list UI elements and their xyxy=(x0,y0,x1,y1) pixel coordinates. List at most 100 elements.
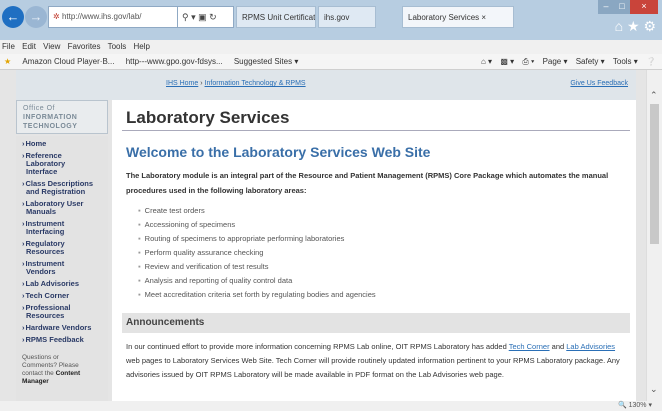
chevron-right-icon: › xyxy=(22,279,25,288)
announcements-heading: Announcements xyxy=(122,313,630,333)
list-item-text: Routing of specimens to appropriate perf… xyxy=(144,234,345,243)
favorite-suggested-sites[interactable]: Suggested Sites ▾ xyxy=(234,57,299,66)
home-star-gear-icons[interactable]: ⌂ ★ ⚙ xyxy=(615,18,656,35)
list-item: ▪ Create test orders xyxy=(138,204,628,218)
menu-edit[interactable]: Edit xyxy=(22,42,36,51)
breadcrumb-oit-link[interactable]: Information Technology & RPMS xyxy=(205,80,306,87)
list-item-text: Meet accreditation criteria set forth by… xyxy=(144,290,376,299)
print-icon[interactable]: ⎙ ▾ xyxy=(522,57,534,66)
chevron-right-icon: › xyxy=(22,335,25,344)
bullet-icon: ▪ xyxy=(138,248,141,257)
list-item: ▪ Meet accreditation criteria set forth b… xyxy=(138,288,628,302)
list-item: ▪ Analysis and reporting of quality contr… xyxy=(138,274,628,288)
sidebar-item[interactable]: ›Laboratory User Manuals xyxy=(22,200,108,216)
menu-tools-command[interactable]: Tools ▾ xyxy=(613,57,638,66)
menu-safety[interactable]: Safety ▾ xyxy=(576,57,605,66)
sidebar-item[interactable]: ›Class Descriptions and Registration xyxy=(22,180,108,196)
chevron-right-icon: › xyxy=(22,199,25,208)
site-banner: IHS Home › Information Technology & RPMS… xyxy=(16,70,636,100)
menu-view[interactable]: View xyxy=(43,42,60,51)
list-item: ▪ Accessioning of specimens xyxy=(138,218,628,232)
tab-ihs[interactable]: ihs.gov xyxy=(318,6,376,28)
sidebar-item-label: Hardware Vendors xyxy=(25,323,92,332)
minimize-button[interactable]: – xyxy=(598,0,614,14)
content-manager-link[interactable]: Manager xyxy=(22,378,49,385)
lab-advisories-link[interactable]: Lab Advisories xyxy=(566,342,615,351)
contact-note-line: Questions or xyxy=(22,354,59,361)
sidebar-item-label: Resources xyxy=(26,311,65,320)
lock-icon[interactable]: ▣ xyxy=(198,12,207,22)
address-tools: ⚲ ▾ ▣ ↻ xyxy=(178,6,234,28)
search-icon[interactable]: ⚲ xyxy=(182,12,189,22)
contact-note-line: Comments? Please xyxy=(22,362,79,369)
list-item-text: Review and verification of test results xyxy=(144,262,269,271)
vertical-scrollbar[interactable]: ⌃ ⌄ xyxy=(646,70,662,401)
favorite-amazon[interactable]: Amazon Cloud Player·B... xyxy=(22,57,114,66)
contact-note-line: contact the xyxy=(22,370,54,377)
intro-paragraph: The Laboratory module is an integral par… xyxy=(126,171,609,195)
close-tab-icon[interactable]: × xyxy=(481,13,486,22)
announcement-text: web pages to Laboratory Services Web Sit… xyxy=(126,356,620,379)
menu-page[interactable]: Page ▾ xyxy=(543,57,568,66)
content-manager-link[interactable]: Content xyxy=(56,370,81,377)
favorites-star-icon[interactable]: ★ xyxy=(4,57,11,66)
favorite-gpo[interactable]: http---www.gpo.gov-fdsys... xyxy=(126,57,223,66)
breadcrumb-home-link[interactable]: IHS Home xyxy=(166,80,198,87)
feedback-link[interactable]: Give Us Feedback xyxy=(570,80,628,87)
tab-laboratory-services[interactable]: Laboratory Services × xyxy=(402,6,514,28)
announcement-text: and xyxy=(549,342,567,351)
sidebar-item-label: Interfacing xyxy=(26,227,65,236)
scroll-up-icon[interactable]: ⌃ xyxy=(650,90,658,101)
sidebar-item[interactable]: ›Hardware Vendors xyxy=(22,324,108,332)
logo-line: TECHNOLOGY xyxy=(23,123,78,130)
home-icon[interactable]: ⌂ ▾ xyxy=(481,57,492,66)
forward-button[interactable]: → xyxy=(25,6,47,28)
bullet-icon: ▪ xyxy=(138,220,141,229)
sidebar-item[interactable]: ›Lab Advisories xyxy=(22,280,108,288)
close-window-button[interactable]: × xyxy=(630,0,658,14)
sidebar-item[interactable]: ›Instrument Vendors xyxy=(22,260,108,276)
list-item: ▪ Routing of specimens to appropriate per… xyxy=(138,232,628,246)
window-controls: – □ × xyxy=(598,0,658,14)
list-item-text: Accessioning of specimens xyxy=(144,220,236,229)
maximize-button[interactable]: □ xyxy=(614,0,630,14)
welcome-heading: Welcome to the Laboratory Services Web S… xyxy=(126,144,431,160)
logo-line: INFORMATION xyxy=(23,114,78,121)
address-bar[interactable]: ✲ http://www.ihs.gov/lab/ xyxy=(48,6,178,28)
scroll-thumb[interactable] xyxy=(650,104,659,244)
menu-tools[interactable]: Tools xyxy=(108,42,127,51)
tech-corner-link[interactable]: Tech Corner xyxy=(509,342,550,351)
announcements-paragraph: In our continued effort to provide more … xyxy=(126,340,630,382)
back-button[interactable]: ← xyxy=(2,6,24,28)
tab-label: ihs.gov xyxy=(324,13,350,22)
favorites-bar: ★ Amazon Cloud Player·B... http---www.gp… xyxy=(0,54,662,70)
list-item-text: Perform quality assurance checking xyxy=(144,248,264,257)
sidebar-item-label: Interface xyxy=(26,167,58,176)
list-item: ▪ Perform quality assurance checking xyxy=(138,246,628,260)
sidebar-item[interactable]: ›RPMS Feedback xyxy=(22,336,108,344)
page-viewport: IHS Home › Information Technology & RPMS… xyxy=(0,70,646,401)
menu-file[interactable]: File xyxy=(2,42,15,51)
zoom-level[interactable]: 🔍 130% ▾ xyxy=(618,402,652,409)
sidebar-item[interactable]: ›Reference Laboratory Interface xyxy=(22,152,108,176)
sidebar-item[interactable]: ›Tech Corner xyxy=(22,292,108,300)
help-icon[interactable]: ❔ xyxy=(646,57,656,66)
chevron-right-icon: › xyxy=(22,259,25,268)
sidebar-item[interactable]: ›Instrument Interfacing xyxy=(22,220,108,236)
sidebar-item-label: and Registration xyxy=(26,187,86,196)
oit-logo[interactable]: Office Of INFORMATION TECHNOLOGY xyxy=(16,100,108,134)
sidebar-item[interactable]: ›Professional Resources xyxy=(22,304,108,320)
sidebar-item[interactable]: ›Home xyxy=(22,140,108,148)
refresh-icon[interactable]: ↻ xyxy=(209,12,217,22)
contact-note: Questions or Comments? Please contact the … xyxy=(22,354,108,386)
scroll-down-icon[interactable]: ⌄ xyxy=(650,384,658,395)
sidebar-item-label: RPMS Feedback xyxy=(25,335,84,344)
menu-favorites[interactable]: Favorites xyxy=(68,42,101,51)
tab-rpms-certification[interactable]: RPMS Unit Certification xyxy=(236,6,316,28)
main-content: Laboratory Services Welcome to the Labor… xyxy=(112,100,636,401)
page-title: Laboratory Services xyxy=(126,108,290,127)
menu-help[interactable]: Help xyxy=(134,42,150,51)
feeds-icon[interactable]: ▩ ▾ xyxy=(500,57,514,66)
list-item: ▪ Review and verification of test results xyxy=(138,260,628,274)
sidebar-item[interactable]: ›Regulatory Resources xyxy=(22,240,108,256)
